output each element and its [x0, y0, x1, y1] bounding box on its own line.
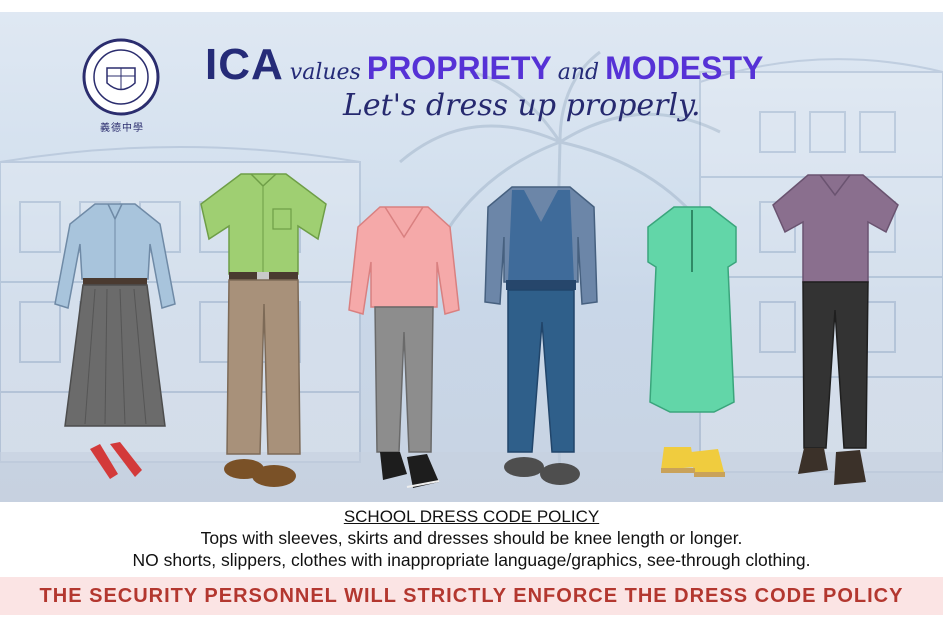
enforcement-banner-text: THE SECURITY PERSONNEL WILL STRICTLY ENF… [39, 585, 904, 607]
policy-line-2: NO shorts, slippers, clothes with inappr… [132, 550, 811, 570]
outfit-vest-jeans [484, 186, 598, 485]
headline-and: and [557, 60, 600, 85]
headline-ica: ICA [205, 40, 284, 89]
top-margin [0, 0, 943, 12]
headline-propriety: PROPRIETY [366, 50, 552, 86]
headline-values: values [289, 60, 361, 85]
outfit-tunic-dress [647, 206, 737, 477]
enforcement-banner: THE SECURITY PERSONNEL WILL STRICTLY ENF… [0, 577, 943, 615]
policy-title: SCHOOL DRESS CODE POLICY [343, 507, 600, 526]
headline: ICA values PROPRIETY and MODESTY [205, 40, 763, 90]
policy-line-1: Tops with sleeves, skirts and dresses sh… [200, 528, 743, 548]
outfit-shirt-khakis [200, 173, 327, 487]
dress-code-poster: 義德中學 ICA values PROPRIETY and MODESTY Let's … [0, 0, 943, 631]
policy-section: SCHOOL DRESS CODE POLICY Tops with sleev… [0, 502, 943, 576]
school-seal-logo [82, 38, 160, 116]
logo-chinese-caption: 義德中學 [100, 123, 144, 134]
outfit-sweater-trousers [348, 206, 460, 488]
outfit-polo-jeans [772, 174, 899, 485]
bottom-margin [0, 615, 943, 631]
headline-modesty: MODESTY [605, 50, 764, 86]
headline-subline: Let's dress up properly. [343, 88, 701, 123]
outfit-blouse-skirt [54, 203, 176, 479]
